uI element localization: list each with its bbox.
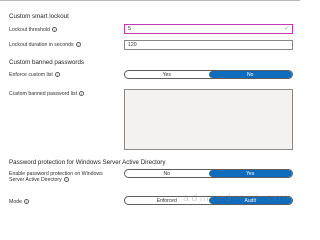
custom-smart-lockout-heading: Custom smart lockout: [9, 13, 69, 20]
info-icon[interactable]: i: [51, 27, 57, 32]
info-icon[interactable]: i: [79, 91, 85, 96]
enforce-custom-list-label: Enforce custom list i: [9, 72, 60, 79]
enable-protection-label: Enable password protection on Windows Se…: [9, 171, 103, 184]
windows-ad-protection-heading: Password protection for Windows Server A…: [9, 159, 166, 166]
enable-protection-toggle[interactable]: No Yes: [124, 169, 293, 178]
mode-label: Mode i: [9, 199, 29, 206]
info-icon[interactable]: i: [63, 177, 69, 183]
info-icon[interactable]: i: [54, 72, 60, 77]
enable-yes-option[interactable]: Yes: [208, 170, 292, 177]
info-icon[interactable]: i: [75, 42, 81, 47]
enforce-custom-list-toggle[interactable]: Yes No: [124, 70, 293, 79]
lockout-duration-label: Lockout duration in seconds i: [9, 42, 81, 49]
password-protection-panel: Custom smart lockout Lockout threshold i …: [0, 0, 300, 219]
watermark: admindroid.com: [183, 192, 295, 204]
lockout-threshold-label: Lockout threshold i: [9, 27, 57, 34]
lockout-duration-input[interactable]: 120: [124, 40, 293, 50]
custom-banned-password-list-textarea[interactable]: [124, 89, 293, 150]
enforce-no-option[interactable]: No: [208, 71, 292, 78]
custom-banned-password-list-label: Custom banned password list i: [9, 91, 85, 98]
custom-banned-passwords-heading: Custom banned passwords: [9, 59, 84, 66]
enforce-yes-option[interactable]: Yes: [125, 71, 209, 78]
checkmark-icon: ✓: [284, 26, 289, 32]
enable-no-option[interactable]: No: [125, 170, 209, 177]
lockout-threshold-input[interactable]: 5 ✓: [124, 24, 293, 34]
info-icon[interactable]: i: [23, 199, 29, 204]
